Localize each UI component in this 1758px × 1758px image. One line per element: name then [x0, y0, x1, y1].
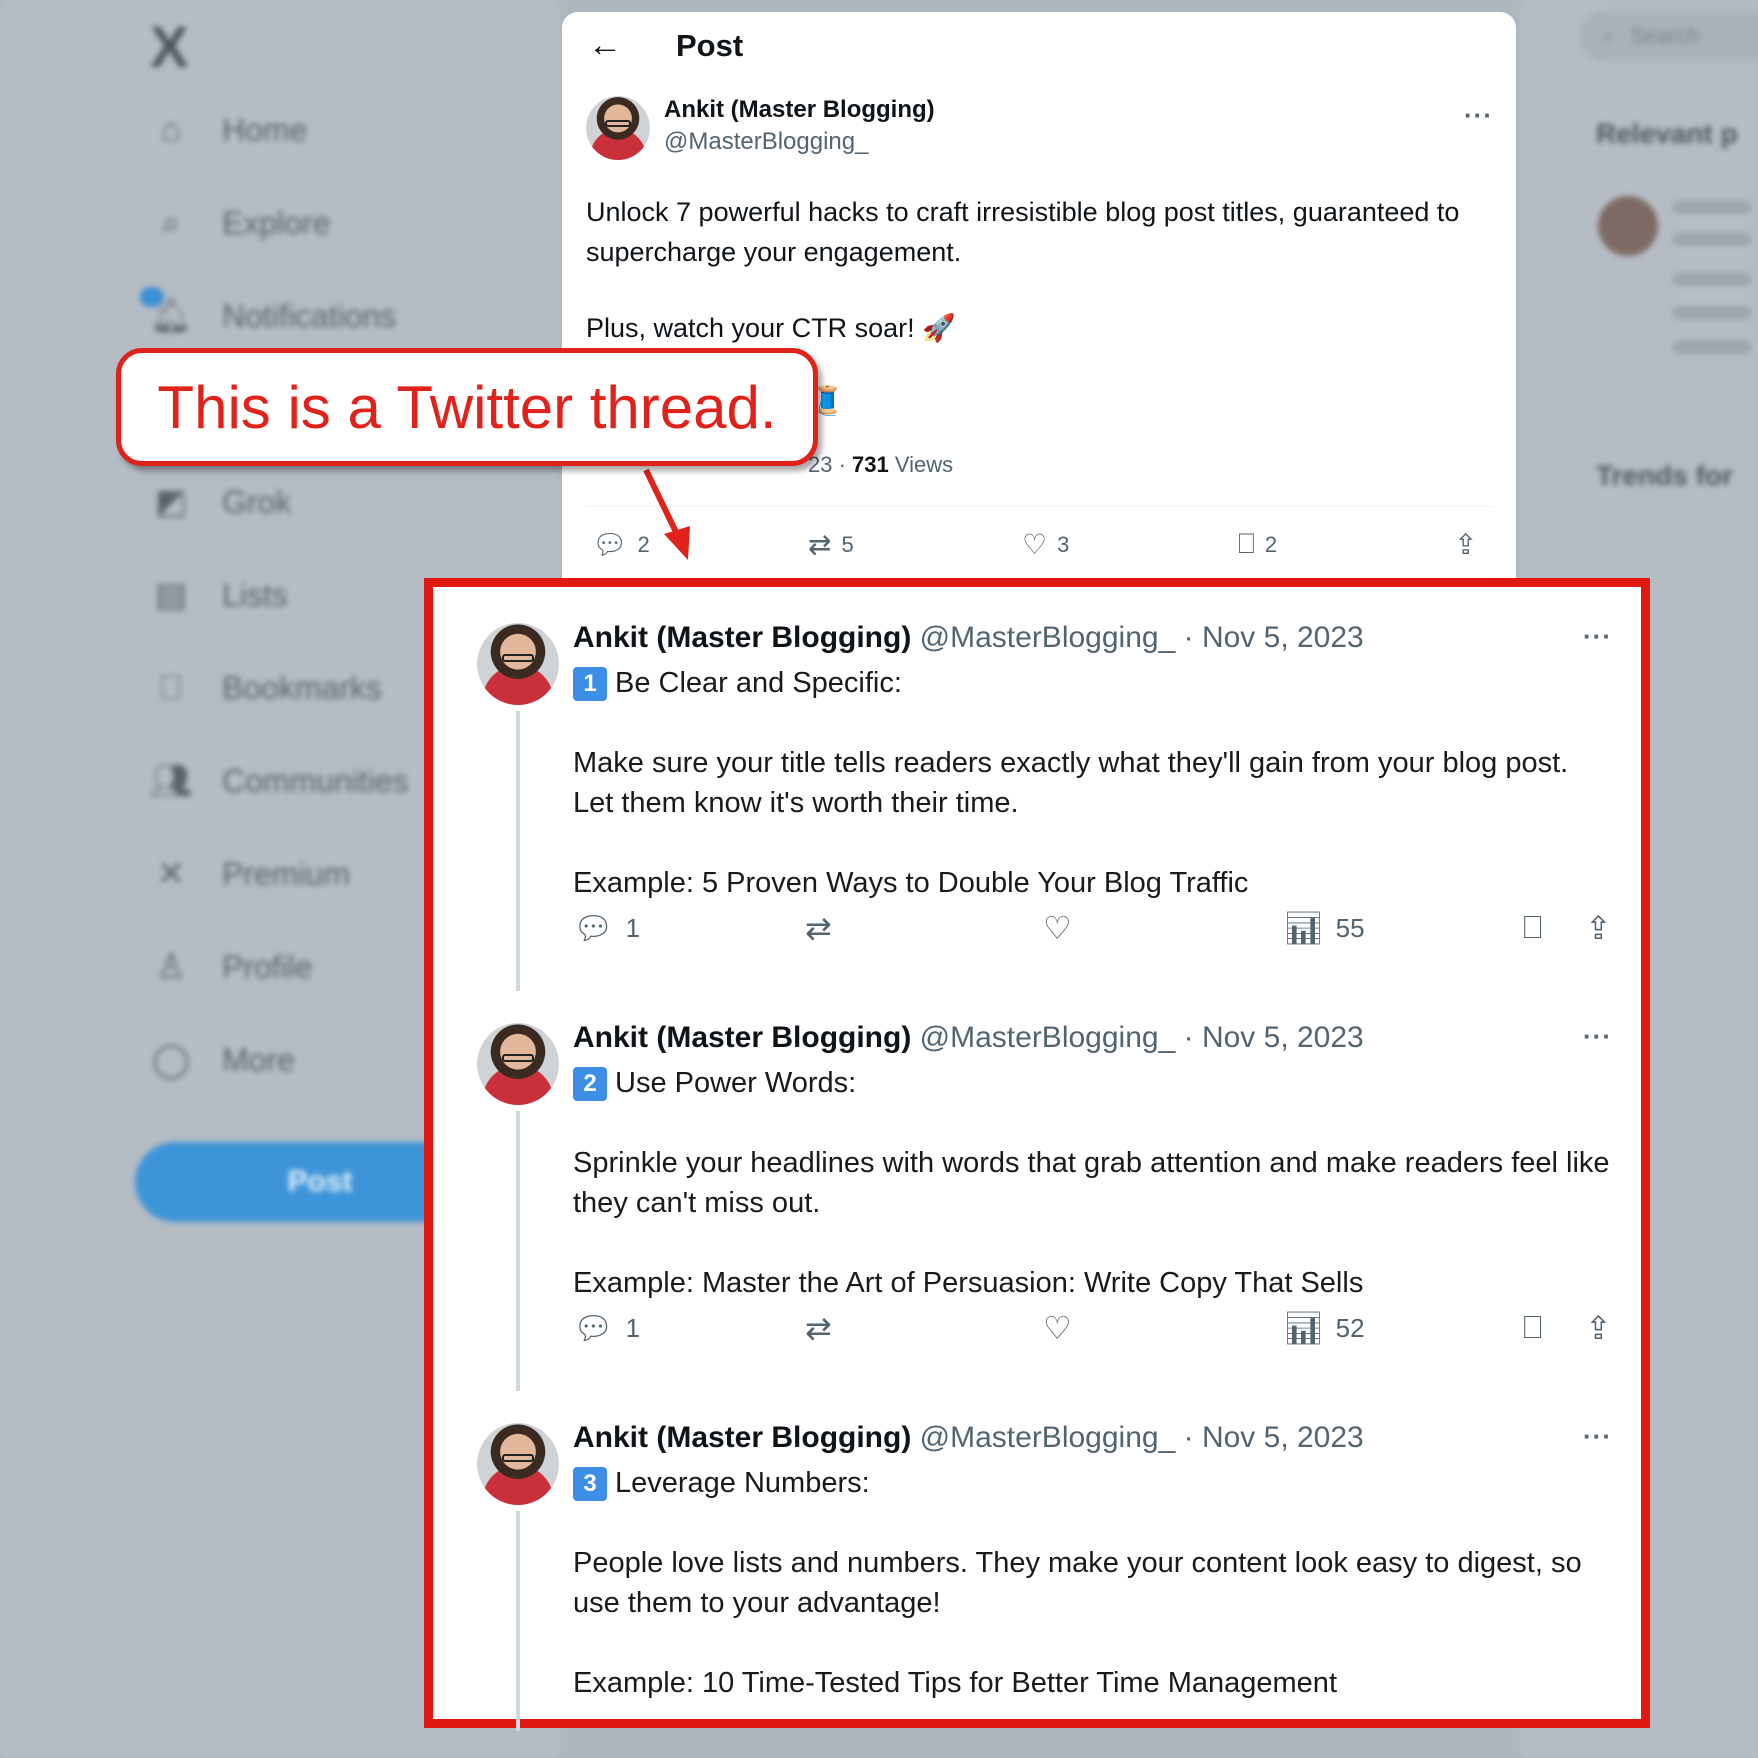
tweet-author-name[interactable]: Ankit (Master Blogging) — [573, 1421, 911, 1454]
share-button[interactable]: ⇪ — [1585, 909, 1612, 947]
tweet-text: 3 Leverage Numbers: People love lists and… — [573, 1463, 1613, 1703]
analytics-icon: 📊︎ — [1283, 910, 1324, 946]
tweet-author-handle[interactable]: @MasterBlogging_ — [920, 621, 1176, 654]
thread-tweet[interactable]: Ankit (Master Blogging) @MasterBlogging_… — [433, 987, 1641, 1387]
bookmark-button[interactable]: ⎕ — [1523, 1309, 1542, 1347]
thread-highlight-box: Ankit (Master Blogging) @MasterBlogging_… — [424, 578, 1650, 1731]
bookmark-icon: ⎕ — [1523, 1309, 1543, 1345]
tweet-body: Sprinkle your headlines with words that … — [573, 1147, 1610, 1219]
number-badge-icon: 1 — [573, 667, 607, 702]
repost-icon: ⇄ — [805, 1310, 832, 1346]
tweet-example: Example: Master the Art of Persuasion: W… — [573, 1267, 1364, 1299]
bookmark-icon: ⎕ — [1523, 909, 1543, 945]
share-icon: ⇪ — [1585, 1310, 1612, 1346]
tweet-heading: Use Power Words: — [615, 1067, 857, 1099]
tweet-example: Example: 5 Proven Ways to Double Your Bl… — [573, 867, 1249, 899]
separator-dot: · — [1183, 1021, 1194, 1054]
callout-text: This is a Twitter thread. — [157, 373, 777, 441]
more-options-icon[interactable]: ··· — [1583, 621, 1612, 652]
tweet-body: People love lists and numbers. They make… — [573, 1547, 1582, 1619]
tweet-header: Ankit (Master Blogging) @MasterBlogging_… — [573, 621, 1364, 655]
separator-dot: · — [1183, 1421, 1194, 1454]
heart-icon: ♡ — [1043, 910, 1072, 946]
more-options-icon[interactable]: ··· — [1583, 1021, 1612, 1052]
tweet-actions: 💬︎ 1 ⇄ ♡ 📊︎ 52 ⎕ ⇪ — [573, 1309, 1623, 1349]
tweet-date[interactable]: Nov 5, 2023 — [1202, 1021, 1364, 1054]
tweet-author-name[interactable]: Ankit (Master Blogging) — [573, 621, 911, 654]
reply-icon: 💬︎ — [573, 1310, 614, 1346]
repost-button[interactable]: ⇄ — [805, 1309, 832, 1347]
reply-icon: 💬︎ — [573, 910, 614, 946]
reply-button[interactable]: 💬︎ 1 — [573, 1309, 640, 1347]
tweet-text: 2 Use Power Words: Sprinkle your headline… — [573, 1063, 1613, 1303]
callout-box: This is a Twitter thread. — [116, 348, 818, 466]
views-count: 52 — [1335, 1312, 1365, 1343]
avatar[interactable] — [477, 1423, 559, 1505]
tweet-date[interactable]: Nov 5, 2023 — [1202, 1421, 1364, 1454]
analytics-icon: 📊︎ — [1283, 1310, 1324, 1346]
more-options-icon[interactable]: ··· — [1583, 1421, 1612, 1452]
views-button[interactable]: 📊︎ 55 — [1283, 909, 1365, 947]
like-button[interactable]: ♡ — [1043, 1309, 1072, 1347]
share-icon: ⇪ — [1585, 910, 1612, 946]
tweet-example: Example: 10 Time-Tested Tips for Better … — [573, 1667, 1337, 1699]
tweet-heading: Leverage Numbers: — [615, 1467, 870, 1499]
tweet-header: Ankit (Master Blogging) @MasterBlogging_… — [573, 1421, 1364, 1455]
bookmark-button[interactable]: ⎕ — [1523, 909, 1542, 947]
avatar[interactable] — [477, 1023, 559, 1105]
tweet-date[interactable]: Nov 5, 2023 — [1202, 621, 1364, 654]
tweet-author-handle[interactable]: @MasterBlogging_ — [920, 1021, 1176, 1054]
tweet-actions: 💬︎ 1 ⇄ ♡ 📊︎ 55 ⎕ ⇪ — [573, 909, 1623, 949]
thread-tweet[interactable]: Ankit (Master Blogging) @MasterBlogging_… — [433, 1387, 1641, 1727]
number-badge-icon: 3 — [573, 1467, 607, 1502]
like-button[interactable]: ♡ — [1043, 909, 1072, 947]
separator-dot: · — [1183, 621, 1194, 654]
heart-icon: ♡ — [1043, 1310, 1072, 1346]
repost-icon: ⇄ — [805, 910, 832, 946]
views-button[interactable]: 📊︎ 52 — [1283, 1309, 1365, 1347]
avatar[interactable] — [477, 623, 559, 705]
tweet-body: Make sure your title tells readers exact… — [573, 747, 1569, 819]
thread-tweet[interactable]: Ankit (Master Blogging) @MasterBlogging_… — [433, 587, 1641, 987]
reply-count: 1 — [625, 1312, 641, 1343]
tweet-author-name[interactable]: Ankit (Master Blogging) — [573, 1021, 911, 1054]
tweet-header: Ankit (Master Blogging) @MasterBlogging_… — [573, 1021, 1364, 1055]
reply-count: 1 — [625, 912, 641, 943]
share-button[interactable]: ⇪ — [1585, 1309, 1612, 1347]
tweet-text: 1 Be Clear and Specific: Make sure your t… — [573, 663, 1613, 903]
repost-button[interactable]: ⇄ — [805, 909, 832, 947]
number-badge-icon: 2 — [573, 1067, 607, 1102]
tweet-heading: Be Clear and Specific: — [615, 667, 902, 699]
views-count: 55 — [1335, 912, 1365, 943]
tweet-author-handle[interactable]: @MasterBlogging_ — [920, 1421, 1176, 1454]
reply-button[interactable]: 💬︎ 1 — [573, 909, 640, 947]
